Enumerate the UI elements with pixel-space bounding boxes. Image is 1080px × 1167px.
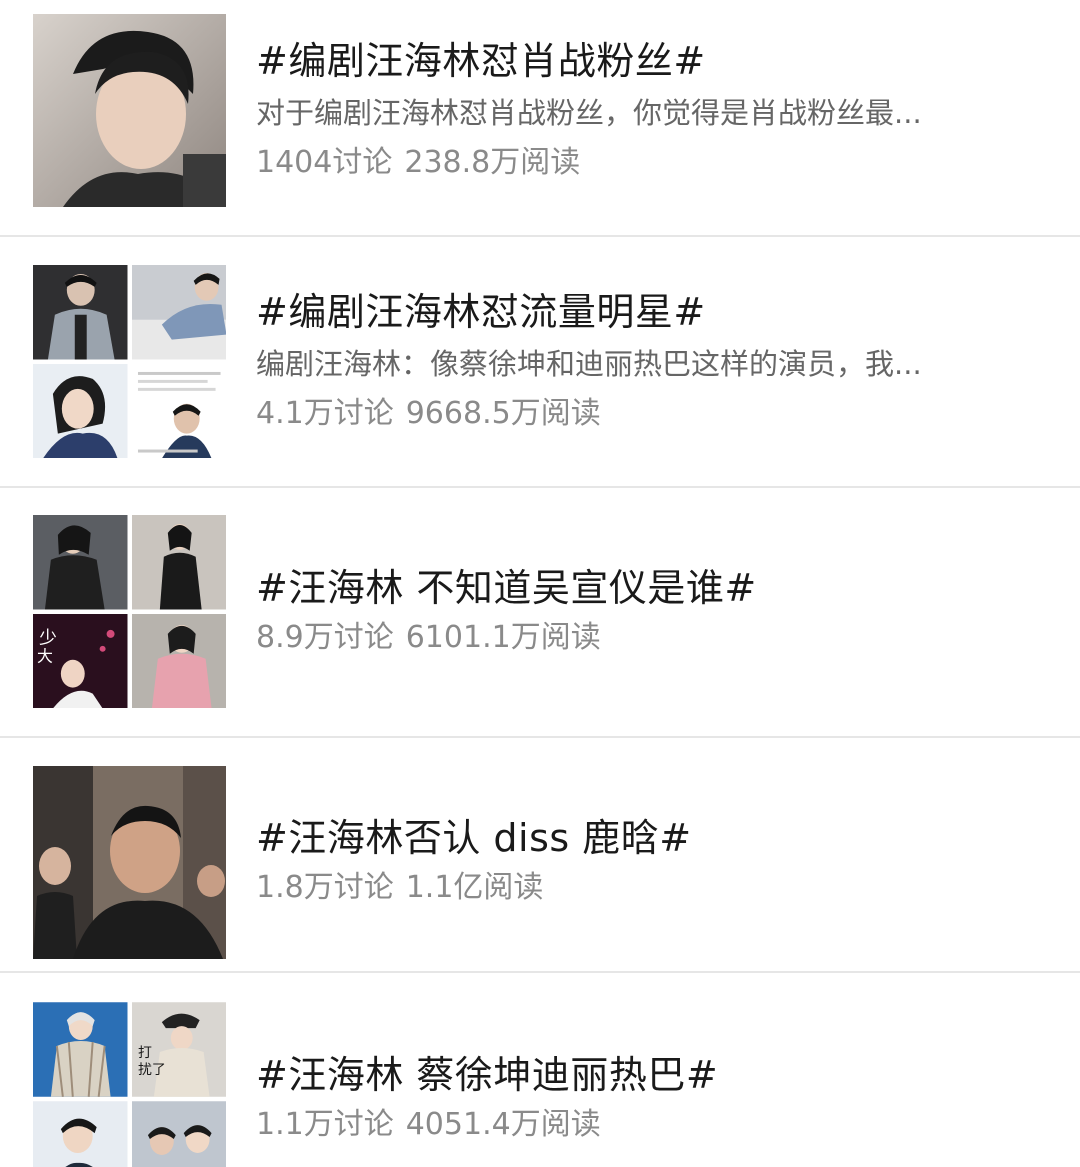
topic-summary: 对于编剧汪海林怼肖战粉丝，你觉得是肖战粉丝最... — [256, 96, 922, 130]
collage-photo — [131, 515, 226, 610]
topic-title: #汪海林否认 diss 鹿晗# — [256, 816, 692, 860]
read-count: 9668.5万阅读 — [405, 396, 601, 431]
svg-text:打: 打 — [137, 1044, 151, 1061]
topic-stats: 4.1万讨论 9668.5万阅读 — [256, 395, 1050, 433]
topic-summary: 编剧汪海林：像蔡徐坤和迪丽热巴这样的演员，我... — [256, 347, 922, 381]
svg-text:大: 大 — [37, 646, 53, 665]
topic-thumbnail — [33, 265, 226, 458]
collage-photo — [131, 613, 226, 708]
collage-photo — [33, 265, 128, 360]
read-count: 238.8万阅读 — [404, 145, 581, 180]
topic-title: #汪海林 不知道吴宣仪是谁# — [256, 566, 757, 610]
topic-title: #汪海林 蔡徐坤迪丽热巴# — [256, 1053, 719, 1097]
collage-photo — [131, 265, 226, 360]
collage-photo — [33, 363, 128, 458]
discussion-count: 1404讨论 — [256, 145, 393, 180]
collage-photo — [131, 363, 226, 458]
topic-stats: 8.9万讨论 6101.1万阅读 — [256, 619, 1050, 657]
read-count: 6101.1万阅读 — [405, 620, 601, 655]
topic-thumbnail: 打 扰了 — [33, 1002, 226, 1167]
topic-item[interactable]: #编剧汪海林怼肖战粉丝# 对于编剧汪海林怼肖战粉丝，你觉得是肖战粉丝最... 1… — [0, 0, 1080, 235]
discussion-count: 8.9万讨论 — [256, 620, 394, 655]
discussion-count: 1.1万讨论 — [256, 1107, 394, 1142]
collage-photo — [33, 1002, 128, 1097]
topic-title: #编剧汪海林怼肖战粉丝# — [256, 39, 706, 83]
topic-thumbnail — [33, 766, 226, 959]
collage-photo — [33, 1101, 128, 1167]
portrait-photo-image — [33, 14, 226, 207]
topic-thumbnail: 少 大 — [33, 515, 226, 708]
topic-item[interactable]: 少 大 #汪海林 不知道吴宣仪是谁# 8.9万讨论 6101.1万阅读 — [0, 488, 1080, 736]
topic-title: #编剧汪海林怼流量明星# — [256, 290, 706, 334]
svg-text:扰了: 扰了 — [137, 1062, 165, 1078]
svg-text:少: 少 — [39, 627, 57, 648]
topic-thumbnail — [33, 14, 226, 207]
collage-photo: 少 大 — [33, 613, 128, 708]
portrait-photo-image — [33, 766, 226, 959]
read-count: 1.1亿阅读 — [405, 870, 544, 905]
topic-item[interactable]: 打 扰了 #汪海林 蔡徐坤迪丽热巴# 1.1万讨论 4051.4万阅读 — [0, 973, 1080, 1167]
topic-stats: 1.1万讨论 4051.4万阅读 — [256, 1106, 1050, 1144]
topic-item[interactable]: #汪海林否认 diss 鹿晗# 1.8万讨论 1.1亿阅读 — [0, 738, 1080, 971]
collage-photo — [131, 1101, 226, 1167]
discussion-count: 1.8万讨论 — [256, 870, 394, 905]
collage-photo: 打 扰了 — [131, 1002, 226, 1097]
topic-stats: 1404讨论 238.8万阅读 — [256, 144, 1050, 182]
read-count: 4051.4万阅读 — [405, 1107, 601, 1142]
topic-item[interactable]: #编剧汪海林怼流量明星# 编剧汪海林：像蔡徐坤和迪丽热巴这样的演员，我... 4… — [0, 237, 1080, 486]
collage-photo — [33, 515, 128, 610]
topic-stats: 1.8万讨论 1.1亿阅读 — [256, 869, 1050, 907]
discussion-count: 4.1万讨论 — [256, 396, 394, 431]
